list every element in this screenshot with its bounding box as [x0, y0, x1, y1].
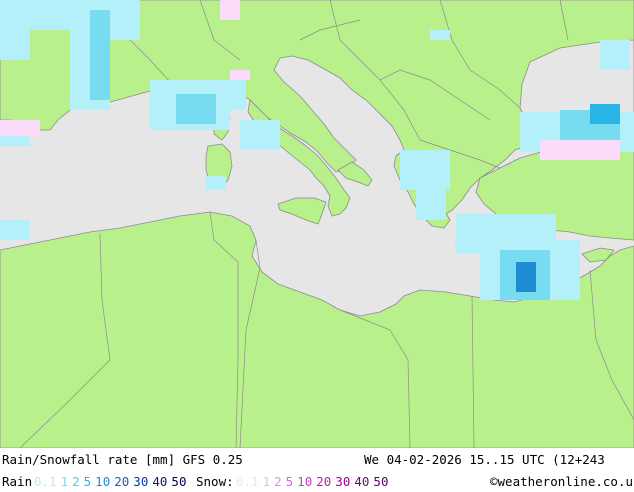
- precipitation-map: [0, 0, 634, 448]
- rain-legend-value: 30: [133, 474, 149, 489]
- snow-legend-value: 40: [354, 474, 370, 489]
- map-title: Rain/Snowfall rate [mm] GFS 0.25: [2, 452, 243, 467]
- snow-legend-value: 5: [285, 474, 294, 489]
- rain-legend-value: 2: [72, 474, 80, 489]
- rain-legend-value: 10: [95, 474, 111, 489]
- rain-legend-value: 20: [114, 474, 130, 489]
- snow-legend-value: 10: [297, 474, 313, 489]
- rain-legend-value: 40: [152, 474, 168, 489]
- snow-legend-value: 0.1: [236, 474, 259, 489]
- footer-title-row: Rain/Snowfall rate [mm] GFS 0.25 We 04-0…: [0, 450, 634, 470]
- snow-legend-value: 30: [335, 474, 351, 489]
- snow-legend-value: 50: [373, 474, 389, 489]
- rain-legend: 0.1 1 2 5 10 20 30 40 50: [34, 472, 190, 492]
- snow-legend-value: 20: [316, 474, 332, 489]
- rain-legend-label: Rain: [2, 474, 33, 489]
- rain-legend-value: 5: [83, 474, 92, 489]
- footer-legend-row: Rain 0.1 1 2 5 10 20 30 40 50 Snow: 0.1 1 2 5 10 20 30…: [0, 472, 634, 492]
- map-datetime: We 04-02-2026 15..15 UTC (12+243: [364, 452, 605, 467]
- credit-link[interactable]: ©weatheronline.co.uk: [490, 472, 634, 492]
- snow-legend-label: Snow:: [196, 474, 234, 489]
- rain-legend-value: 0.1: [34, 474, 57, 489]
- rain-legend-value: 1: [60, 474, 69, 489]
- rain-legend-value: 50: [171, 474, 187, 489]
- snow-legend-value: 1: [262, 474, 271, 489]
- map-footer: Rain/Snowfall rate [mm] GFS 0.25 We 04-0…: [0, 448, 634, 490]
- snow-legend: 0.1 1 2 5 10 20 30 40 50: [236, 472, 392, 492]
- snow-legend-value: 2: [274, 474, 282, 489]
